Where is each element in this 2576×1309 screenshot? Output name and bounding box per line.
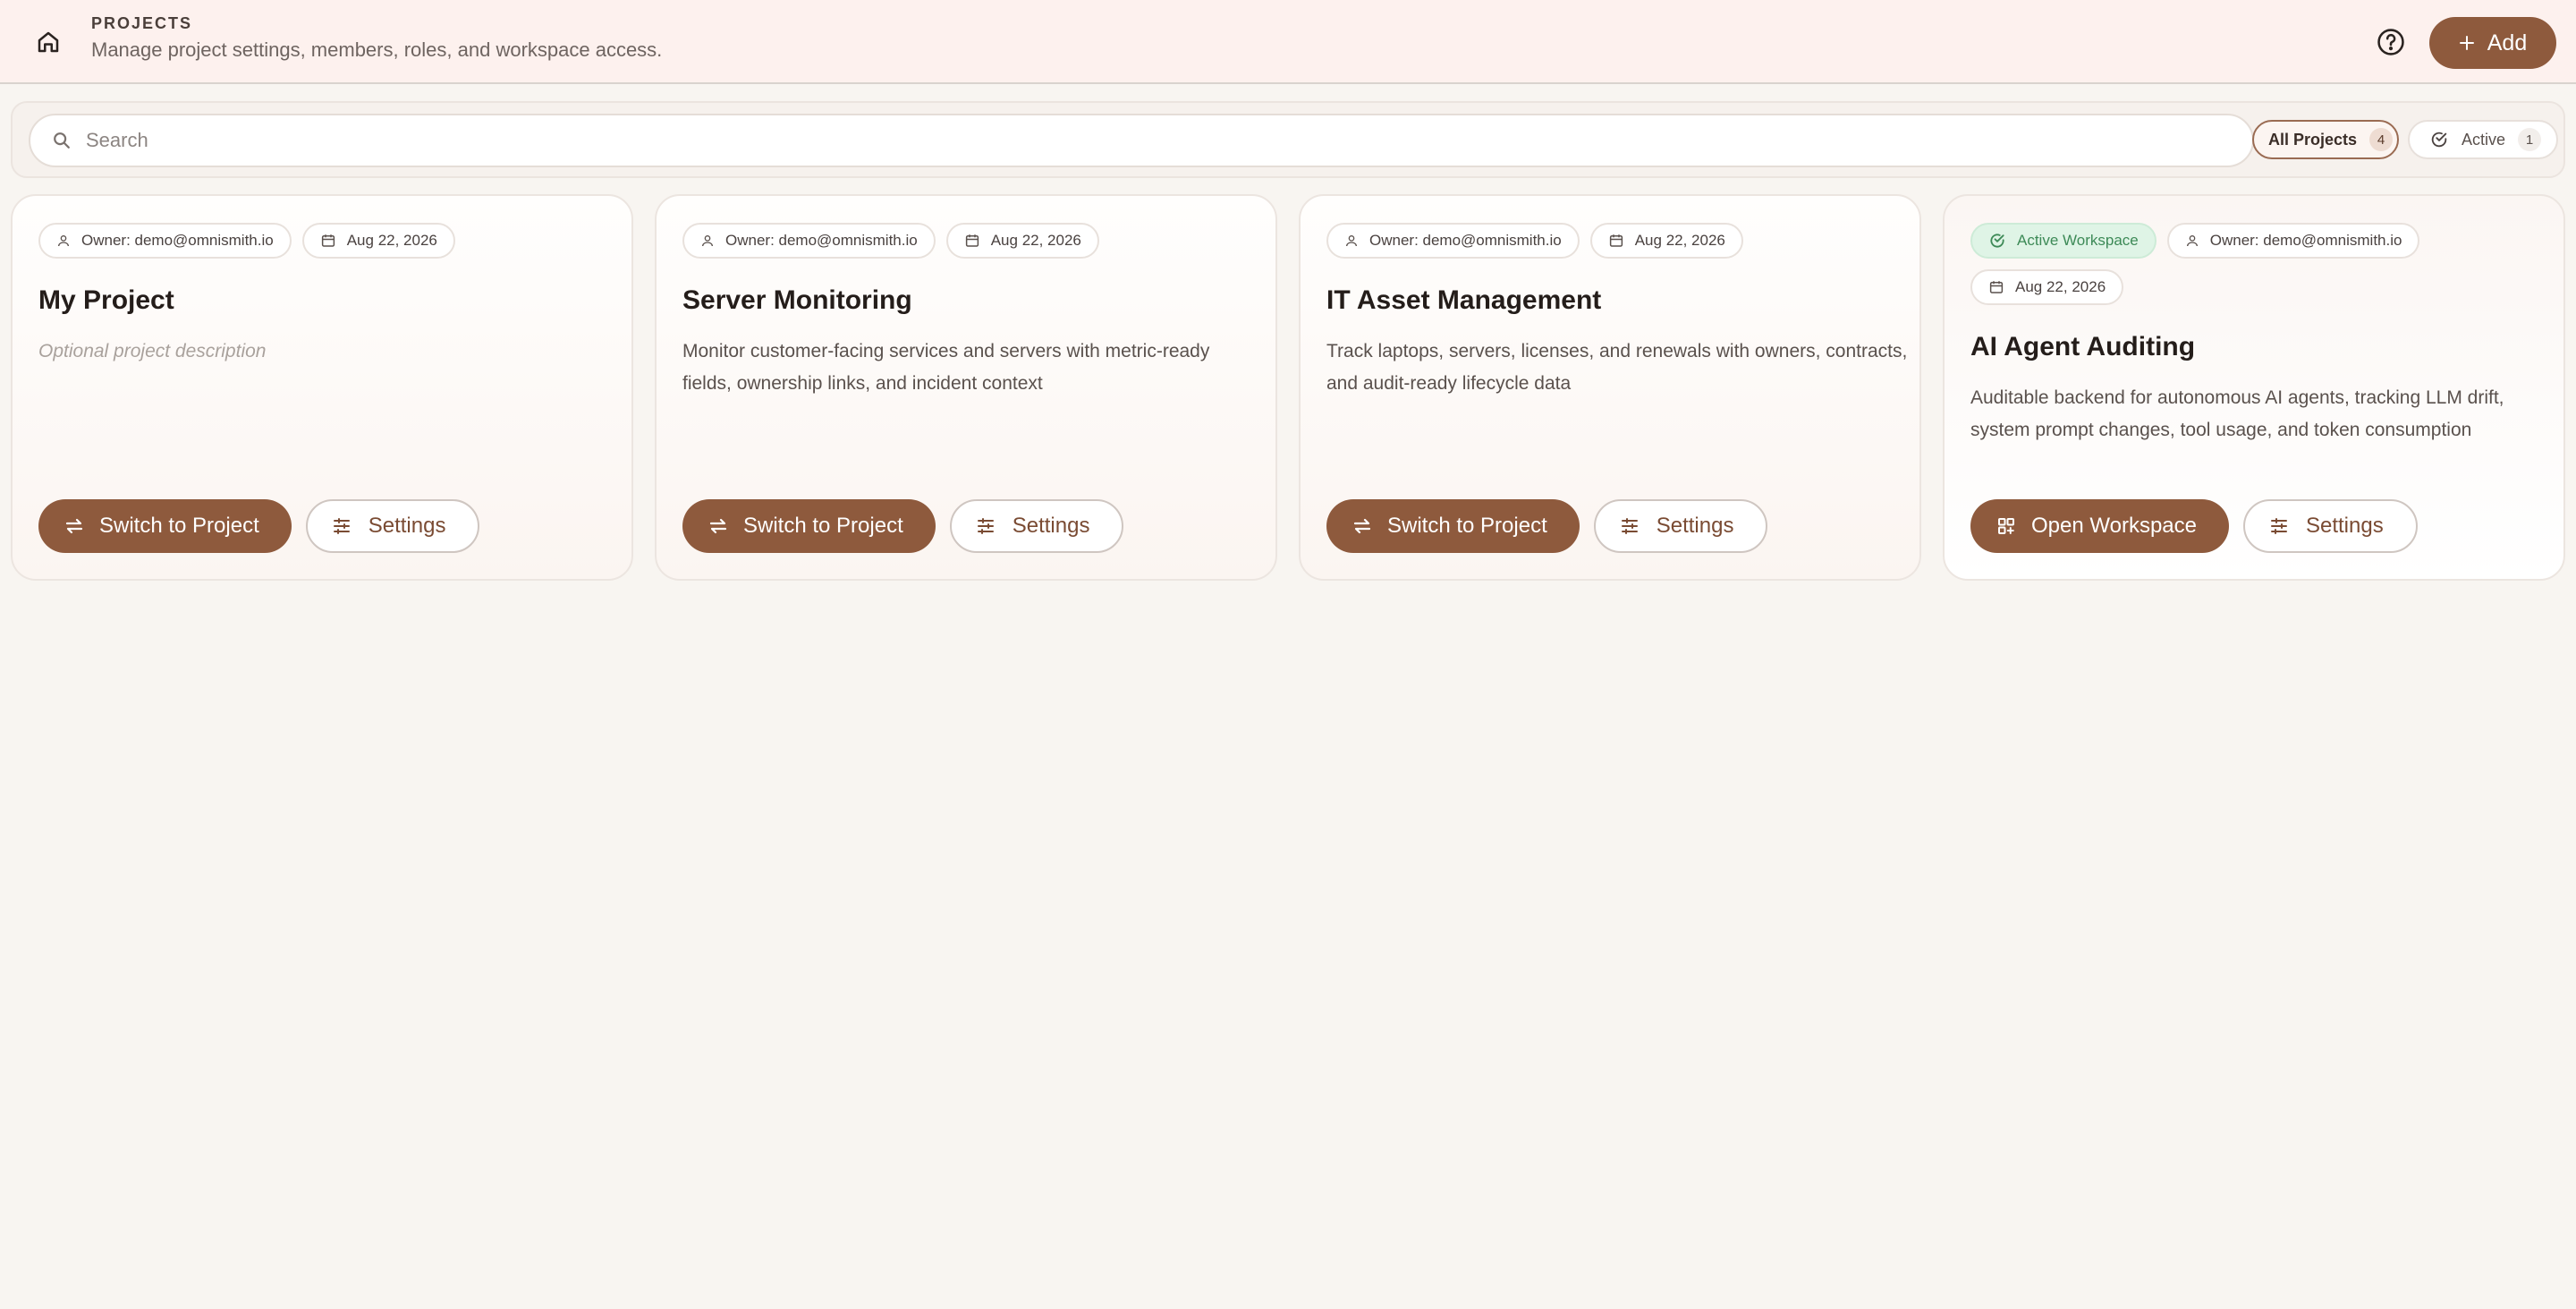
help-circle-icon	[2376, 27, 2406, 57]
user-icon	[56, 234, 71, 248]
settings-button[interactable]: Settings	[949, 499, 1124, 553]
search-input[interactable]	[86, 129, 2233, 152]
badge-text: Active Workspace	[2017, 232, 2139, 249]
add-button-label: Add	[2487, 30, 2528, 55]
owner-text: Owner: demo@omnismith.io	[1369, 232, 1562, 249]
calendar-icon	[320, 233, 336, 249]
date-chip: Aug 22, 2026	[1970, 269, 2124, 305]
date-chip: Aug 22, 2026	[301, 223, 455, 259]
user-icon	[2185, 234, 2199, 248]
owner-text: Owner: demo@omnismith.io	[81, 232, 274, 249]
project-description: Track laptops, servers, licenses, and re…	[1326, 341, 1908, 394]
help-button[interactable]	[2374, 25, 2408, 59]
date-chip: Aug 22, 2026	[1589, 223, 1743, 259]
card-meta: Active Workspace Owner: demo@omnismith.i…	[1970, 223, 2543, 305]
card-actions: Switch to Project Settings	[682, 499, 1124, 553]
project-title: My Project	[38, 285, 174, 315]
switch-arrows-icon	[64, 515, 85, 537]
button-label: Switch to Project	[743, 514, 903, 538]
user-icon	[700, 234, 715, 248]
switch-to-project-button[interactable]: Switch to Project	[1326, 499, 1580, 553]
card-meta: Owner: demo@omnismith.io Aug 22, 2026	[682, 223, 1255, 259]
active-workspace-badge: Active Workspace	[1970, 223, 2157, 259]
date-text: Aug 22, 2026	[346, 232, 437, 249]
page-header: PROJECTS Manage project settings, member…	[0, 0, 2576, 84]
project-title: Server Monitoring	[682, 285, 912, 315]
owner-text: Owner: demo@omnismith.io	[2209, 232, 2402, 249]
sliders-icon	[1619, 515, 1640, 537]
grid-plus-icon	[1996, 515, 2017, 537]
home-icon	[35, 29, 62, 55]
owner-chip: Owner: demo@omnismith.io	[682, 223, 936, 259]
button-label: Settings	[1012, 514, 1090, 538]
date-chip: Aug 22, 2026	[945, 223, 1099, 259]
switch-to-project-button[interactable]: Switch to Project	[38, 499, 292, 553]
check-circle-icon	[2429, 130, 2449, 149]
switch-arrows-icon	[1352, 515, 1373, 537]
project-card[interactable]: Active Workspace Owner: demo@omnismith.i…	[1943, 194, 2565, 581]
owner-chip: Owner: demo@omnismith.io	[1326, 223, 1580, 259]
button-label: Settings	[2305, 514, 2384, 538]
plus-icon	[2459, 35, 2475, 51]
date-text: Aug 22, 2026	[1634, 232, 1725, 249]
project-description: Auditable backend for autonomous AI agen…	[1970, 387, 2504, 440]
settings-button[interactable]: Settings	[305, 499, 480, 553]
card-meta: Owner: demo@omnismith.io Aug 22, 2026	[38, 223, 611, 259]
calendar-icon	[1608, 233, 1624, 249]
calendar-icon	[964, 233, 980, 249]
sliders-icon	[331, 515, 352, 537]
card-meta: Owner: demo@omnismith.io Aug 22, 2026	[1326, 223, 1899, 259]
filter-active[interactable]: Active 1	[2408, 120, 2558, 159]
filter-count-badge: 4	[2369, 128, 2394, 151]
search-field[interactable]	[29, 114, 2254, 167]
filter-all-projects[interactable]: All Projects 4	[2252, 120, 2399, 159]
open-workspace-button[interactable]: Open Workspace	[1970, 499, 2229, 553]
settings-button[interactable]: Settings	[2242, 499, 2418, 553]
project-card[interactable]: Owner: demo@omnismith.io Aug 22, 2026 My…	[11, 194, 633, 581]
switch-arrows-icon	[708, 515, 729, 537]
project-card[interactable]: Owner: demo@omnismith.io Aug 22, 2026 Se…	[655, 194, 1277, 581]
switch-to-project-button[interactable]: Switch to Project	[682, 499, 936, 553]
filter-count-badge: 1	[2518, 128, 2542, 151]
filter-label: All Projects	[2268, 130, 2358, 149]
button-label: Switch to Project	[99, 514, 259, 538]
date-text: Aug 22, 2026	[990, 232, 1081, 249]
owner-chip: Owner: demo@omnismith.io	[38, 223, 292, 259]
button-label: Settings	[368, 514, 446, 538]
owner-chip: Owner: demo@omnismith.io	[2166, 223, 2420, 259]
card-actions: Switch to Project Settings	[1326, 499, 1768, 553]
project-description: Monitor customer-facing services and ser…	[682, 341, 1210, 394]
sliders-icon	[975, 515, 996, 537]
add-button[interactable]: Add	[2429, 17, 2556, 69]
card-actions: Open Workspace Settings	[1970, 499, 2418, 553]
user-icon	[1344, 234, 1359, 248]
card-actions: Switch to Project Settings	[38, 499, 480, 553]
sliders-icon	[2268, 515, 2290, 537]
project-description: Optional project description	[38, 341, 267, 361]
filter-label: Active	[2462, 130, 2506, 149]
page-subtitle: Manage project settings, members, roles,…	[91, 38, 663, 61]
calendar-icon	[1988, 279, 2004, 295]
project-title: AI Agent Auditing	[1970, 332, 2196, 361]
settings-button[interactable]: Settings	[1593, 499, 1768, 553]
project-title: IT Asset Management	[1326, 285, 1602, 315]
page-title: PROJECTS	[91, 14, 193, 32]
search-icon	[52, 129, 75, 152]
project-card[interactable]: Owner: demo@omnismith.io Aug 22, 2026 IT…	[1299, 194, 1921, 581]
home-button[interactable]	[30, 24, 66, 60]
button-label: Open Workspace	[2031, 514, 2197, 538]
header-text: PROJECTS Manage project settings, member…	[91, 14, 662, 62]
button-label: Settings	[1656, 514, 1734, 538]
owner-text: Owner: demo@omnismith.io	[725, 232, 918, 249]
search-toolbar: All Projects 4 Active 1	[11, 101, 2565, 178]
button-label: Switch to Project	[1387, 514, 1547, 538]
check-circle-icon	[1988, 232, 2006, 250]
date-text: Aug 22, 2026	[2015, 278, 2106, 295]
